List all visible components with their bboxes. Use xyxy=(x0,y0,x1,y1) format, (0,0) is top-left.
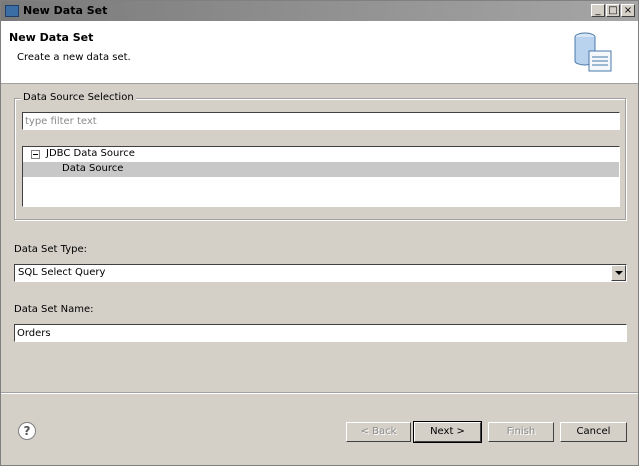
collapse-icon[interactable] xyxy=(31,150,40,159)
window-title: New Data Set xyxy=(23,4,108,17)
data-set-type-value: SQL Select Query xyxy=(18,267,106,278)
dataset-wizard-icon xyxy=(574,32,612,72)
app-icon xyxy=(5,5,19,17)
data-source-tree[interactable]: JDBC Data Source Data Source xyxy=(22,146,620,207)
data-set-name-label: Data Set Name: xyxy=(14,304,94,315)
button-bar-divider xyxy=(1,392,638,394)
title-bar[interactable]: New Data Set _ □ × xyxy=(1,1,638,21)
close-button[interactable]: × xyxy=(621,4,635,17)
maximize-button[interactable]: □ xyxy=(606,4,620,17)
data-set-name-field[interactable] xyxy=(14,324,627,342)
tree-item-jdbc-data-source[interactable]: JDBC Data Source xyxy=(23,147,619,162)
finish-button[interactable]: Finish xyxy=(488,422,554,442)
new-data-set-window: New Data Set _ □ × New Data Set Create a… xyxy=(0,0,639,466)
filter-input[interactable] xyxy=(25,114,615,128)
dropdown-arrow-icon[interactable] xyxy=(611,265,626,281)
data-source-selection-legend: Data Source Selection xyxy=(21,92,136,103)
help-icon[interactable]: ? xyxy=(18,422,36,440)
tree-item-label: JDBC Data Source xyxy=(46,148,135,159)
banner-description: Create a new data set. xyxy=(17,52,131,63)
data-set-type-label: Data Set Type: xyxy=(14,244,87,255)
wizard-banner: New Data Set Create a new data set. xyxy=(1,21,638,84)
next-button[interactable]: Next > xyxy=(413,421,482,443)
cancel-button[interactable]: Cancel xyxy=(560,422,627,442)
filter-field[interactable] xyxy=(22,112,620,130)
data-set-type-select[interactable]: SQL Select Query xyxy=(14,264,627,282)
data-set-name-input[interactable] xyxy=(17,326,617,340)
back-button[interactable]: < Back xyxy=(346,422,411,442)
banner-title: New Data Set xyxy=(9,31,94,44)
minimize-button[interactable]: _ xyxy=(591,4,605,17)
tree-item-label: Data Source xyxy=(62,163,124,174)
tree-item-data-source[interactable]: Data Source xyxy=(23,162,619,177)
